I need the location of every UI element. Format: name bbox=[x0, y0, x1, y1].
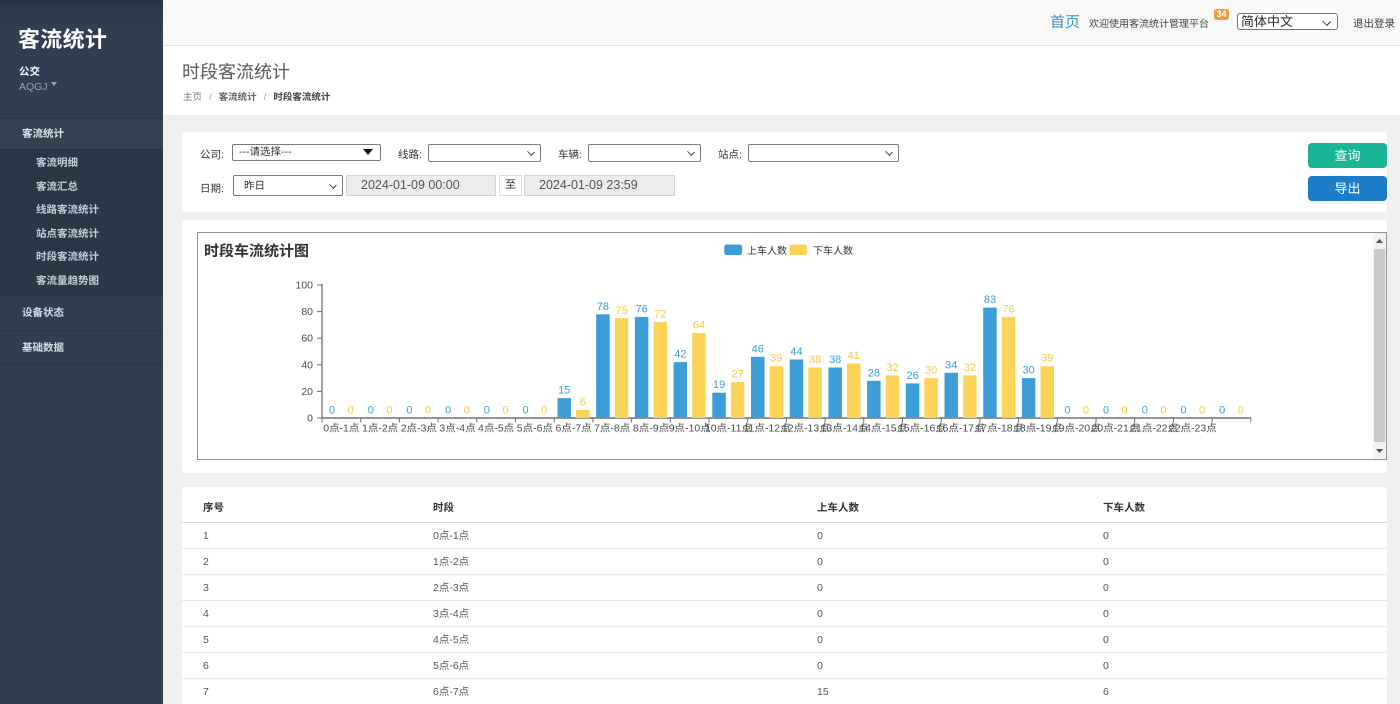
svg-text:时段车流统计图: 时段车流统计图 bbox=[204, 243, 309, 260]
svg-text:0: 0 bbox=[445, 405, 451, 417]
svg-text:46: 46 bbox=[752, 343, 764, 355]
svg-text:0: 0 bbox=[1180, 405, 1186, 417]
svg-text:0: 0 bbox=[307, 413, 313, 425]
svg-text:76: 76 bbox=[636, 303, 648, 315]
svg-text:38: 38 bbox=[829, 354, 841, 366]
svg-text:0: 0 bbox=[1219, 405, 1225, 417]
svg-text:20: 20 bbox=[301, 386, 313, 398]
svg-text:80: 80 bbox=[301, 306, 313, 318]
svg-text:0: 0 bbox=[329, 405, 335, 417]
svg-text:3点-4点: 3点-4点 bbox=[439, 423, 475, 435]
svg-text:39: 39 bbox=[770, 353, 782, 365]
svg-text:30: 30 bbox=[1023, 365, 1035, 377]
svg-text:0: 0 bbox=[484, 405, 490, 417]
svg-text:0: 0 bbox=[406, 405, 412, 417]
svg-text:32: 32 bbox=[964, 362, 976, 374]
svg-text:0: 0 bbox=[1142, 405, 1148, 417]
svg-text:19: 19 bbox=[713, 379, 725, 391]
svg-text:34: 34 bbox=[945, 359, 957, 371]
svg-text:30: 30 bbox=[925, 365, 937, 377]
svg-text:0: 0 bbox=[1083, 405, 1089, 417]
svg-text:44: 44 bbox=[790, 346, 802, 358]
svg-text:下车人数: 下车人数 bbox=[813, 245, 853, 257]
svg-text:0: 0 bbox=[502, 405, 508, 417]
svg-text:0: 0 bbox=[1199, 405, 1205, 417]
svg-text:0: 0 bbox=[386, 405, 392, 417]
svg-text:27: 27 bbox=[731, 369, 743, 381]
svg-text:0: 0 bbox=[1160, 405, 1166, 417]
svg-text:38: 38 bbox=[809, 354, 821, 366]
svg-text:0点-1点: 0点-1点 bbox=[323, 423, 359, 435]
svg-text:83: 83 bbox=[984, 294, 996, 306]
svg-text:41: 41 bbox=[848, 350, 860, 362]
svg-text:5点-6点: 5点-6点 bbox=[517, 423, 553, 435]
svg-text:0: 0 bbox=[1238, 405, 1244, 417]
svg-text:0: 0 bbox=[1064, 405, 1070, 417]
svg-text:1点-2点: 1点-2点 bbox=[362, 423, 398, 435]
svg-text:64: 64 bbox=[693, 319, 705, 331]
svg-text:上车人数: 上车人数 bbox=[747, 245, 787, 257]
svg-text:8点-9点: 8点-9点 bbox=[633, 423, 669, 435]
svg-text:76: 76 bbox=[1002, 303, 1014, 315]
svg-text:0: 0 bbox=[425, 405, 431, 417]
svg-text:100: 100 bbox=[295, 280, 313, 292]
svg-text:39: 39 bbox=[1041, 353, 1053, 365]
svg-text:42: 42 bbox=[674, 349, 686, 361]
svg-text:0: 0 bbox=[523, 405, 529, 417]
svg-text:0: 0 bbox=[1122, 405, 1128, 417]
svg-text:0: 0 bbox=[1103, 405, 1109, 417]
svg-text:0: 0 bbox=[541, 405, 547, 417]
svg-text:60: 60 bbox=[301, 333, 313, 345]
svg-text:40: 40 bbox=[301, 359, 313, 371]
svg-text:78: 78 bbox=[597, 301, 609, 313]
svg-text:6: 6 bbox=[580, 397, 586, 409]
svg-text:15: 15 bbox=[558, 385, 570, 397]
svg-text:2点-3点: 2点-3点 bbox=[401, 423, 437, 435]
svg-text:72: 72 bbox=[654, 309, 666, 321]
svg-text:7点-8点: 7点-8点 bbox=[594, 423, 630, 435]
svg-text:4点-5点: 4点-5点 bbox=[478, 423, 514, 435]
svg-text:6点-7点: 6点-7点 bbox=[556, 423, 592, 435]
svg-text:75: 75 bbox=[615, 305, 627, 317]
svg-text:26: 26 bbox=[906, 370, 918, 382]
svg-text:22点-23点: 22点-23点 bbox=[1169, 423, 1217, 435]
svg-text:0: 0 bbox=[464, 405, 470, 417]
svg-text:0: 0 bbox=[368, 405, 374, 417]
svg-text:28: 28 bbox=[868, 367, 880, 379]
svg-text:32: 32 bbox=[886, 362, 898, 374]
svg-text:0: 0 bbox=[348, 405, 354, 417]
